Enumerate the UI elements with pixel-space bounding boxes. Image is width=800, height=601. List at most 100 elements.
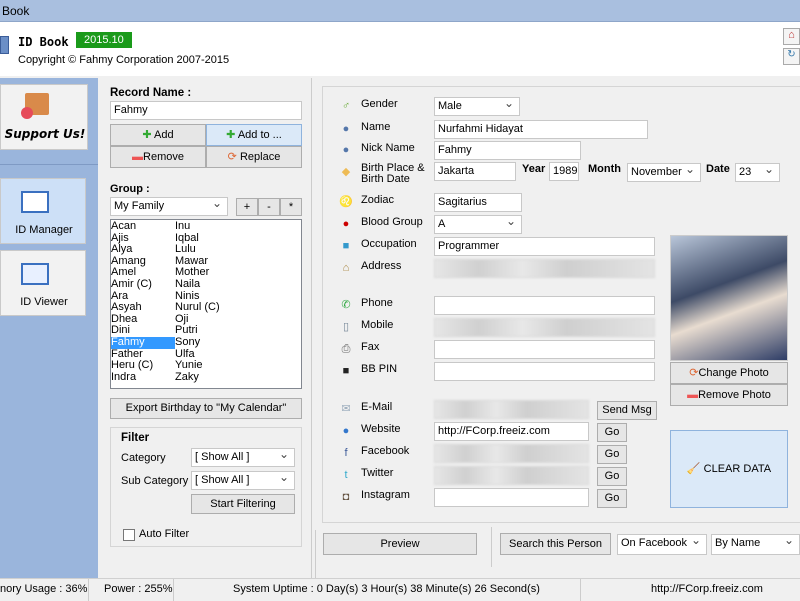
remove-group-button[interactable]: - [258, 198, 280, 216]
filter-group: Filter Category [ Show All ] Sub Categor… [110, 427, 302, 547]
search-by-select[interactable]: By Name [711, 534, 800, 555]
heart-icon [21, 107, 33, 119]
sidebar: Support Us! ID Manager ID Viewer [0, 78, 98, 578]
phone-input[interactable] [434, 296, 655, 315]
fax-input[interactable] [434, 340, 655, 359]
status-bar: nory Usage : 36% Power : 255% System Upt… [0, 578, 800, 601]
preview-button[interactable]: Preview [323, 533, 477, 555]
gender-icon: ♂ [341, 100, 351, 112]
instagram-input[interactable] [434, 488, 589, 507]
email-icon: ✉ [341, 403, 351, 415]
add-group-button[interactable]: + [236, 198, 258, 216]
record-panel: Record Name : Fahmy ✚ Add ✚ Add to ... ▬… [100, 78, 312, 578]
list-item[interactable]: Sony [175, 336, 200, 349]
address-label: Address [361, 260, 402, 272]
id-manager-icon [21, 191, 49, 213]
nick-input[interactable]: Fahmy [434, 141, 581, 160]
list-item[interactable]: Indra [111, 371, 136, 384]
category-label: Category [121, 452, 166, 464]
email-send-button[interactable]: Send Msg [597, 401, 657, 420]
broom-icon: 🧹 [686, 463, 701, 475]
twitter-go-button[interactable]: Go [597, 467, 627, 486]
email-label: E-Mail [361, 401, 393, 413]
window-title: Book [2, 4, 30, 18]
add-button[interactable]: ✚ Add [110, 124, 206, 146]
blood-icon: ● [342, 218, 350, 230]
instagram-go-button[interactable]: Go [597, 489, 627, 508]
list-item[interactable]: Fahmy [111, 336, 175, 349]
refresh-icon[interactable]: ↻ [783, 48, 800, 65]
status-url[interactable]: http://FCorp.freeiz.com [651, 583, 763, 595]
blood-select[interactable]: A [434, 215, 522, 234]
website-label: Website [361, 423, 401, 435]
mobile-label: Mobile [361, 319, 394, 331]
plus-icon: ✚ [142, 129, 152, 141]
remove-button[interactable]: ▬Remove [110, 146, 206, 168]
email-input[interactable] [434, 400, 589, 419]
bbpin-label: BB PIN [361, 363, 398, 375]
start-filtering-button[interactable]: Start Filtering [191, 494, 295, 514]
title-bar: Book [0, 0, 800, 22]
remove-photo-label: Remove Photo [698, 389, 771, 401]
name-label: Name [361, 121, 391, 133]
list-item[interactable]: Naila [175, 278, 200, 291]
replace-button[interactable]: ⟳ Replace [206, 146, 302, 168]
name-input[interactable]: Nurfahmi Hidayat [434, 120, 648, 139]
auto-filter-label: Auto Filter [139, 528, 190, 540]
support-us-button[interactable]: Support Us! [0, 84, 88, 150]
search-on-select[interactable]: On Facebook [617, 534, 707, 555]
occupation-input[interactable]: Programmer [434, 237, 655, 256]
sidebar-item-id-viewer[interactable]: ID Viewer [0, 250, 86, 316]
blood-label: Blood Group [361, 216, 423, 228]
profile-photo [670, 235, 788, 361]
minus-icon: ▬ [687, 389, 699, 401]
clear-data-button[interactable]: 🧹 CLEAR DATA [670, 430, 788, 508]
add-to-button[interactable]: ✚ Add to ... [206, 124, 302, 146]
facebook-input[interactable] [434, 444, 589, 463]
list-item[interactable]: Zaky [175, 371, 199, 384]
remove-label: Remove [143, 151, 184, 163]
app-header: ID Book 2015.10 Copyright © Fahmy Corpor… [0, 22, 800, 76]
group-select[interactable]: My Family [110, 197, 228, 216]
filter-title: Filter [121, 432, 150, 444]
date-select[interactable]: 23 [735, 163, 780, 182]
twitter-input[interactable] [434, 466, 589, 485]
search-person-button[interactable]: Search this Person [500, 533, 611, 555]
record-list[interactable]: Acan Ajis Alya Amang Amel Amir (C) Ara Asyah Dhe… [110, 219, 302, 389]
record-name-input[interactable]: Fahmy [110, 101, 302, 120]
facebook-go-button[interactable]: Go [597, 445, 627, 464]
change-photo-button[interactable]: ⟳Change Photo [670, 362, 788, 384]
sub-category-select[interactable]: [ Show All ] [191, 471, 295, 490]
app-name: ID Book [18, 35, 69, 49]
divider [491, 527, 492, 567]
website-go-button[interactable]: Go [597, 423, 627, 442]
list-item[interactable]: Inu [175, 220, 190, 233]
birth-place-input[interactable]: Jakarta [434, 162, 516, 181]
address-input[interactable] [434, 259, 655, 278]
home-icon[interactable]: ⌂ [783, 28, 800, 45]
bbpin-input[interactable] [434, 362, 655, 381]
system-uptime: System Uptime : 0 Day(s) 3 Hour(s) 38 Mi… [233, 583, 540, 595]
category-select[interactable]: [ Show All ] [191, 448, 295, 467]
list-item[interactable]: Amir (C) [111, 278, 152, 291]
sidebar-item-id-manager[interactable]: ID Manager [0, 178, 86, 244]
mobile-input[interactable] [434, 318, 655, 337]
website-icon: ● [342, 425, 350, 437]
replace-label: Replace [239, 151, 281, 163]
export-birthday-button[interactable]: Export Birthday to "My Calendar" [110, 398, 302, 419]
birth-date-label: Birth Date [361, 173, 410, 185]
add-to-label: Add to ... [237, 129, 282, 141]
id-viewer-icon [21, 263, 49, 285]
list-item[interactable]: Acan [111, 220, 136, 233]
gender-select[interactable]: Male [434, 97, 520, 116]
auto-filter-checkbox[interactable] [123, 529, 135, 541]
gender-label: Gender [361, 98, 398, 110]
change-photo-label: Change Photo [698, 367, 769, 379]
website-input[interactable]: http://FCorp.freeiz.com [434, 422, 589, 441]
zodiac-input[interactable]: Sagitarius [434, 193, 522, 212]
clear-data-label: CLEAR DATA [703, 463, 772, 475]
year-input[interactable]: 1989 [549, 162, 579, 181]
edit-group-button[interactable]: * [280, 198, 302, 216]
month-select[interactable]: November [627, 163, 701, 182]
remove-photo-button[interactable]: ▬Remove Photo [670, 384, 788, 406]
